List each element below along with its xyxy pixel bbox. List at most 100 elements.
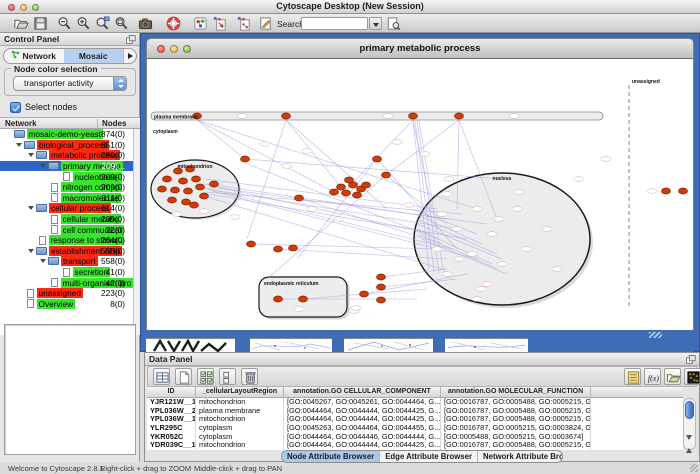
network-window-zoom-button[interactable] <box>183 45 191 53</box>
network-node[interactable] <box>241 156 250 162</box>
select-attributes-icon[interactable] <box>153 368 170 385</box>
network-window-minimize-button[interactable] <box>170 45 178 53</box>
table-row[interactable]: YPL036W__1mitochondrion[GO:0044464, GO:0… <box>147 415 683 424</box>
tree-row[interactable]: cellular metabo209(0) <box>0 214 133 225</box>
browser-tab[interactable]: Edge Attribute Browser <box>380 451 478 462</box>
network-node[interactable] <box>377 297 386 303</box>
tree-row[interactable]: unassigned223(0) <box>0 288 133 299</box>
network-node[interactable] <box>345 177 354 183</box>
network-canvas[interactable]: plasma membrane cytoplasm mitochondrion … <box>146 59 694 330</box>
network-node[interactable] <box>289 245 298 251</box>
background-window-sliver[interactable] <box>250 338 332 352</box>
tree-row[interactable]: biological_process651(0) <box>0 140 133 151</box>
tree-row[interactable]: mosaic-demo-yeast874(0) <box>0 129 133 140</box>
tree-row[interactable]: Overview8(0) <box>0 299 133 310</box>
expand-arrow-icon[interactable] <box>28 153 34 157</box>
network-node[interactable] <box>337 184 346 190</box>
annotation-icon[interactable] <box>258 16 273 31</box>
network-window-titlebar[interactable]: primary metabolic process <box>146 38 694 59</box>
background-window-sliver[interactable] <box>344 338 433 352</box>
table-scrollbar[interactable] <box>683 398 696 450</box>
birds-eye-view[interactable] <box>4 324 136 455</box>
network-edge[interactable] <box>413 120 432 209</box>
network-node[interactable] <box>330 189 339 195</box>
expand-arrow-icon[interactable] <box>40 259 46 263</box>
tree-row[interactable]: multi-organism pro42(0) <box>0 277 133 288</box>
network-window-close-button[interactable] <box>157 45 165 53</box>
save-session-icon[interactable] <box>33 16 48 31</box>
network-node[interactable] <box>362 182 371 188</box>
table-row[interactable]: YLR295Ccytoplasm[GO:0045263, GO:0044464,… <box>147 424 683 433</box>
table-row[interactable]: YDR039C__1mitochondrion[GO:0044464, GO:0… <box>147 441 683 450</box>
open-session-icon[interactable] <box>14 16 29 31</box>
search-dropdown-button[interactable] <box>369 17 382 30</box>
expand-arrow-icon[interactable] <box>16 143 22 147</box>
tree-row[interactable]: cellular process614(0) <box>0 203 133 214</box>
network-edge[interactable] <box>286 120 341 187</box>
float-panel-icon[interactable] <box>686 355 696 364</box>
table-row[interactable]: YJR121W__1mitochondrion[GO:0045267, GO:0… <box>147 398 683 407</box>
network-node[interactable] <box>184 188 193 194</box>
scrollbar-thumb[interactable] <box>685 401 694 419</box>
network-edge[interactable] <box>267 175 386 279</box>
network-node[interactable] <box>409 113 418 119</box>
zoom-selected-icon[interactable] <box>95 16 110 31</box>
network-node[interactable] <box>662 188 671 194</box>
network-node[interactable] <box>455 113 464 119</box>
network-node[interactable] <box>295 195 304 201</box>
network-edge[interactable] <box>245 163 437 239</box>
tree-row[interactable]: nucleobase-209(0) <box>0 171 133 182</box>
snapshot-icon[interactable] <box>138 16 153 31</box>
window-zoom-button[interactable] <box>32 4 39 11</box>
tab-scroll-right-button[interactable] <box>123 49 136 63</box>
network-node[interactable] <box>196 184 205 190</box>
table-row[interactable]: YKR052Ccytoplasm[GO:0044464, GO:0044446,… <box>147 433 683 442</box>
table-row[interactable]: YPL036W__2plasma membrane[GO:0044464, GO… <box>147 407 683 416</box>
function-builder-icon[interactable]: f(x) <box>644 368 661 385</box>
column-header[interactable]: ID <box>147 387 196 397</box>
window-minimize-button[interactable] <box>20 4 27 11</box>
network-node[interactable] <box>168 197 177 203</box>
tree-row[interactable]: macromolecule311(0) <box>0 193 133 204</box>
window-close-button[interactable] <box>8 4 15 11</box>
network-node[interactable] <box>163 176 172 182</box>
network-node[interactable] <box>247 241 256 247</box>
tab-network[interactable]: Network <box>4 49 64 63</box>
expand-arrow-icon[interactable] <box>40 164 46 168</box>
network-node[interactable] <box>353 192 362 198</box>
network-node[interactable] <box>190 202 199 208</box>
network-edge[interactable] <box>347 120 413 189</box>
vizmapper-icon[interactable] <box>193 16 208 31</box>
unselect-all-attributes-icon[interactable] <box>219 368 236 385</box>
network-node[interactable] <box>171 187 180 193</box>
network-node[interactable] <box>679 188 688 194</box>
tree-row[interactable]: response to stimulu264(0) <box>0 235 133 246</box>
import-attributes-icon[interactable] <box>664 368 681 385</box>
search-input[interactable] <box>301 17 368 30</box>
select-nodes-checkbox[interactable] <box>10 102 21 113</box>
help-icon[interactable] <box>166 16 181 31</box>
browser-tab[interactable]: Network Attribute Browser <box>478 451 563 462</box>
zoom-in-icon[interactable] <box>76 16 91 31</box>
network-node[interactable] <box>182 199 191 205</box>
tree-row[interactable]: primary metabo209(... <box>0 161 133 172</box>
attribute-list-icon[interactable] <box>624 368 641 385</box>
tree-row[interactable]: nitrogen compo209(0) <box>0 182 133 193</box>
network-node[interactable] <box>377 284 386 290</box>
tree-row[interactable]: cell communicat22(0) <box>0 224 133 235</box>
network-node[interactable] <box>179 178 188 184</box>
background-window-sliver[interactable] <box>146 338 235 352</box>
apply-layout-icon[interactable] <box>212 16 227 31</box>
tree-scrollbar[interactable] <box>133 129 140 335</box>
network-node[interactable] <box>274 296 283 302</box>
tree-row[interactable]: establishment of lo558(0) <box>0 246 133 257</box>
select-all-attributes-icon[interactable] <box>197 368 214 385</box>
network-edge[interactable] <box>204 184 433 234</box>
matrix-view-icon[interactable] <box>684 368 700 385</box>
network-node[interactable] <box>360 291 369 297</box>
tree-row[interactable]: metabolic process280(0) <box>0 150 133 161</box>
network-node[interactable] <box>282 113 291 119</box>
network-node[interactable] <box>210 181 219 187</box>
column-header[interactable]: annotation.GO MOLECULAR_FUNCTION <box>441 387 591 397</box>
tree-row[interactable]: transport558(0) <box>0 256 133 267</box>
